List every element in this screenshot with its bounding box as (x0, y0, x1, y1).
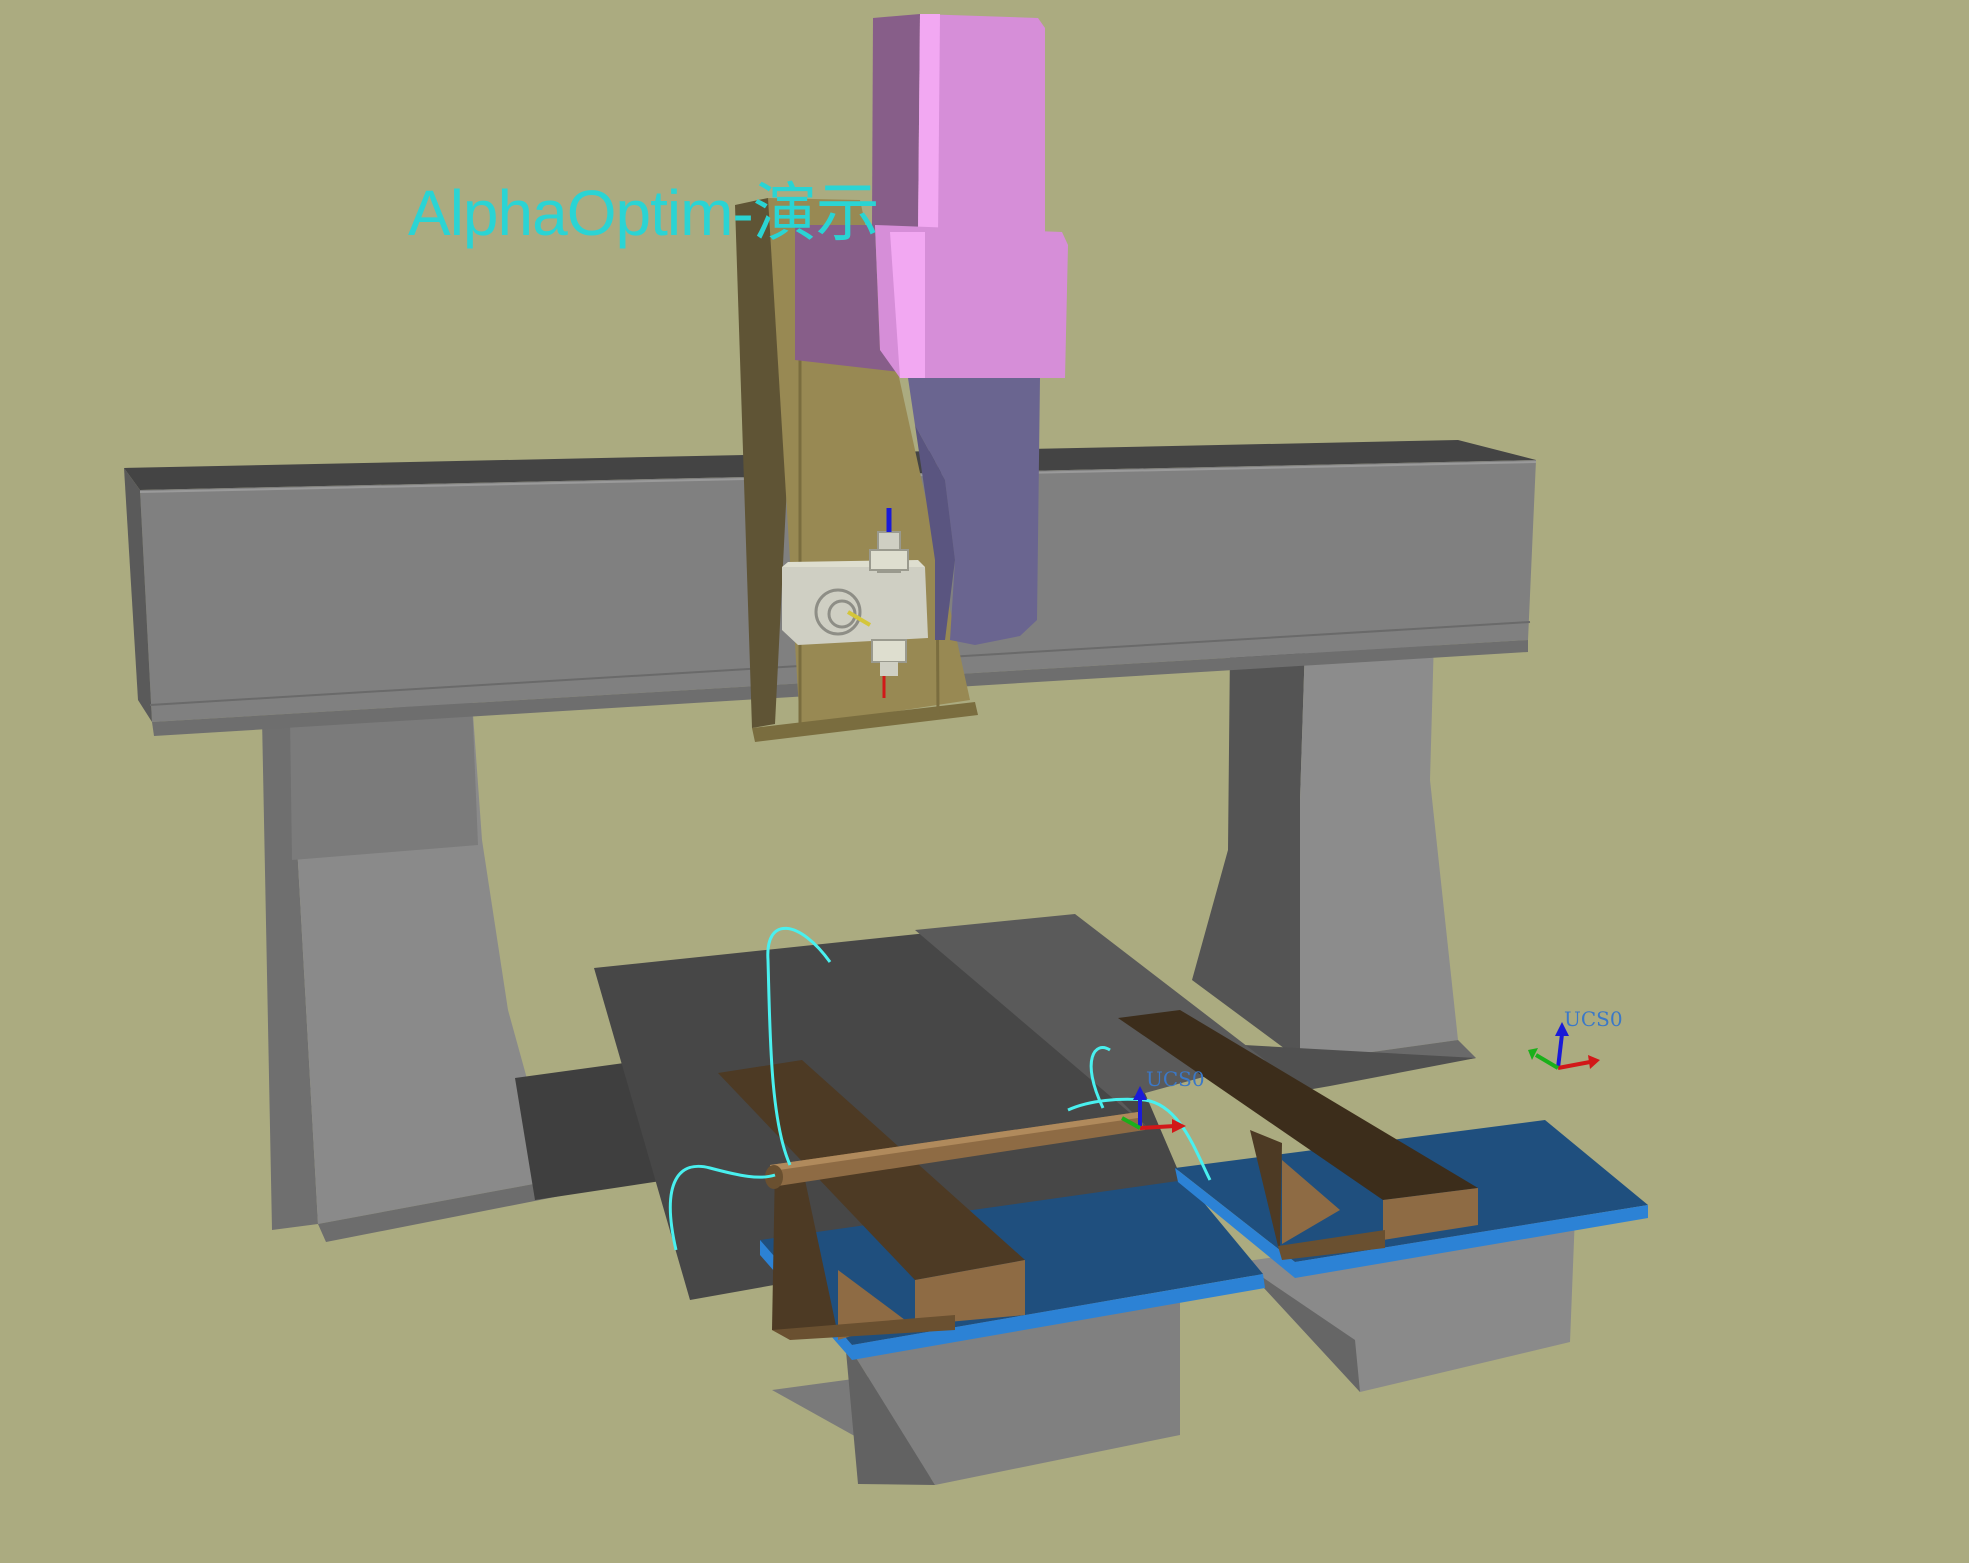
world-ucs-label: UCS0 (1564, 1007, 1623, 1031)
world-ucs-triad[interactable]: UCS0 (1528, 1007, 1623, 1070)
gantry-left-leg[interactable] (262, 700, 560, 1242)
3d-viewport[interactable]: UCS0 UCS0 AlphaOptim-演示 (0, 0, 1969, 1563)
part-ucs-label: UCS0 (1146, 1067, 1205, 1091)
gantry-right-leg[interactable] (1192, 638, 1476, 1084)
spindle-head[interactable] (795, 14, 1068, 378)
